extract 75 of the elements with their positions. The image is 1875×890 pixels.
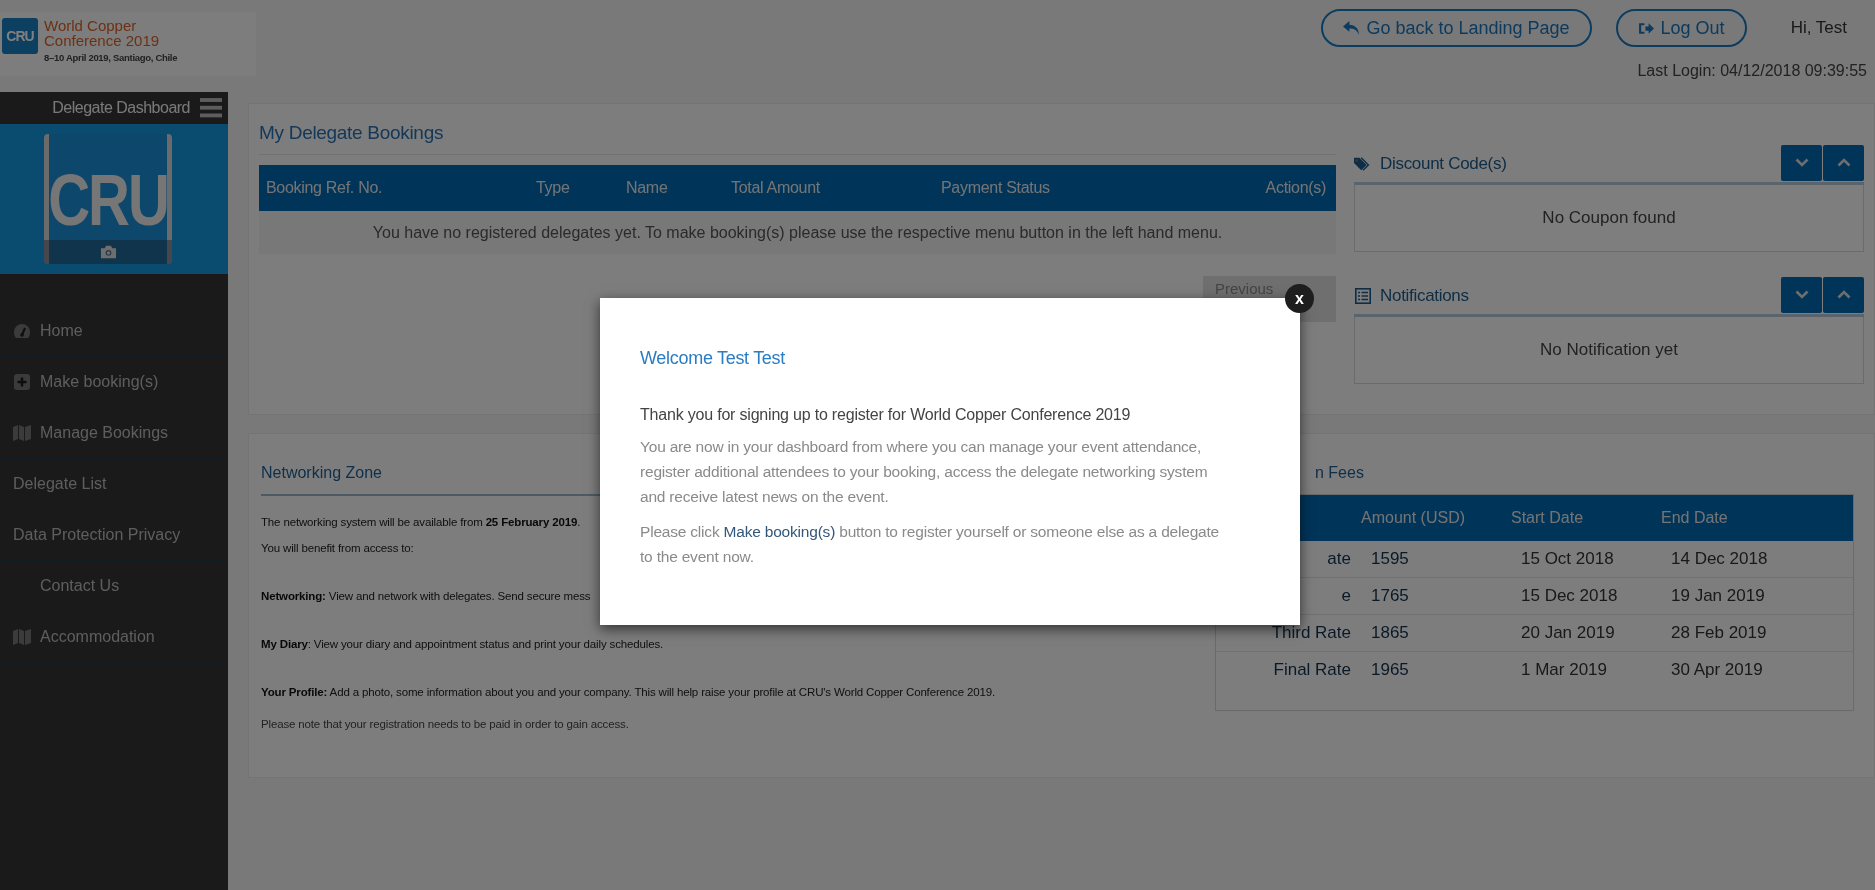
event-dates: 8–10 April 2019, Santiago, Chile bbox=[44, 52, 178, 63]
column-header: Amount (USD) bbox=[1361, 509, 1467, 527]
empty-message: No Notification yet bbox=[1540, 340, 1678, 360]
table-cell-text: e bbox=[1340, 586, 1352, 606]
column-header: Type bbox=[536, 179, 571, 197]
column-header: Total Amount bbox=[731, 179, 821, 197]
info-paragraph: You will benefit from access to: bbox=[261, 542, 414, 554]
info-paragraph: Please note that your registration needs to be paid in order to gain access. bbox=[261, 718, 629, 730]
header-button[interactable]: Go back to Landing Page bbox=[1321, 9, 1592, 47]
section-title: n Fees bbox=[1314, 463, 1365, 483]
sidebar-item[interactable]: Data Protection Privacy bbox=[0, 510, 228, 561]
map-icon bbox=[13, 425, 31, 441]
collapse-button[interactable] bbox=[1781, 276, 1822, 313]
sidebar-item[interactable]: Accommodation bbox=[0, 612, 228, 663]
empty-table-message: You have no registered delegates yet. To make booking(s) please use the respective menu button in the left hand menu. bbox=[259, 211, 1336, 254]
column-header: Start Date bbox=[1511, 509, 1585, 527]
chevron-up-icon bbox=[1836, 290, 1851, 299]
panel-title: Discount Code(s) bbox=[1380, 154, 1508, 174]
reply-icon bbox=[1343, 20, 1361, 36]
column-header: Payment Status bbox=[941, 179, 1051, 197]
panel-title: Notifications bbox=[1380, 286, 1470, 306]
column-header: Name bbox=[626, 179, 669, 197]
sidebar-item[interactable]: Delegate List bbox=[0, 459, 228, 510]
chevron-down-icon bbox=[1794, 158, 1809, 167]
column-header: Booking Ref. No. bbox=[266, 179, 384, 197]
dialog-title: Welcome Test Test bbox=[640, 348, 786, 369]
menu-icon[interactable] bbox=[200, 98, 222, 118]
table-cell-text: 30 Apr 2019 bbox=[1671, 660, 1764, 680]
column-header: End Date bbox=[1661, 509, 1729, 527]
user-greeting: Hi, Test bbox=[1790, 18, 1847, 38]
table-cell-text: 28 Feb 2019 bbox=[1671, 623, 1768, 643]
table-cell-text: 1965 bbox=[1371, 660, 1410, 680]
collapse-button[interactable] bbox=[1781, 144, 1822, 181]
info-paragraph: Your Profile: Add a photo, some information about you and your company. This will help raise your profile at CRU's World Copper Conference 2019. bbox=[261, 686, 995, 698]
table-cell-text: 15 Dec 2018 bbox=[1521, 586, 1619, 606]
section-title: My Delegate Bookings bbox=[259, 122, 1336, 155]
table-cell-text: 15 Oct 2018 bbox=[1521, 549, 1615, 569]
table-cell-text: ate bbox=[1326, 549, 1352, 569]
dialog-heading: Thank you for signing up to register for World Copper Conference 2019 bbox=[640, 406, 1132, 424]
table-cell-text: 1865 bbox=[1371, 623, 1410, 643]
logo-title: World Copper bbox=[44, 18, 138, 33]
plus-square-icon bbox=[13, 374, 31, 390]
table-cell-text: 20 Jan 2019 bbox=[1521, 623, 1616, 643]
column-header: Action(s) bbox=[1264, 179, 1326, 197]
dialog-paragraph: Please click Make booking(s) button to register yourself or someone else as a delegate to the event now. bbox=[640, 522, 1220, 567]
chevron-down-icon bbox=[1794, 290, 1809, 299]
logo-title: Conference 2019 bbox=[44, 33, 161, 48]
sidebar-item[interactable]: Home bbox=[0, 306, 228, 357]
table-cell-text: 1 Mar 2019 bbox=[1521, 660, 1608, 680]
table-cell-text: Final Rate bbox=[1272, 660, 1352, 680]
table-cell-text: Third Rate bbox=[1270, 623, 1352, 643]
sidebar-title: Delegate Dashboard bbox=[52, 99, 190, 117]
sidebar-item[interactable]: Manage Bookings bbox=[0, 408, 228, 459]
list-icon bbox=[1354, 288, 1372, 304]
info-paragraph: Networking: View and network with delegates. Send secure mess bbox=[261, 590, 591, 602]
info-paragraph: The networking system will be available from 25 February 2019. bbox=[261, 516, 581, 528]
tags-icon bbox=[1354, 156, 1372, 172]
last-login-text: Last Login: 04/12/2018 09:39:55 bbox=[1637, 62, 1867, 80]
table-cell-text: 19 Jan 2019 bbox=[1671, 586, 1766, 606]
sidebar-item[interactable]: Contact Us bbox=[0, 561, 228, 612]
table-cell-text: 1765 bbox=[1371, 586, 1410, 606]
table-cell-text: 14 Dec 2018 bbox=[1671, 549, 1769, 569]
dashboard-icon bbox=[13, 323, 31, 339]
table-cell-text: 1595 bbox=[1371, 549, 1410, 569]
empty-message: No Coupon found bbox=[1542, 208, 1676, 228]
info-paragraph: My Diary: View your diary and appointment status and print your daily schedules. bbox=[261, 638, 664, 650]
chevron-up-icon bbox=[1836, 158, 1851, 167]
expand-button[interactable] bbox=[1823, 144, 1864, 181]
expand-button[interactable] bbox=[1823, 276, 1864, 313]
logo-mark: CRU bbox=[2, 18, 38, 54]
camera-icon[interactable] bbox=[99, 245, 117, 259]
header-button[interactable]: Log Out bbox=[1615, 9, 1747, 47]
sidebar-item[interactable]: Make booking(s) bbox=[0, 357, 228, 408]
map-icon bbox=[13, 629, 31, 645]
sign-out-icon bbox=[1637, 20, 1655, 36]
